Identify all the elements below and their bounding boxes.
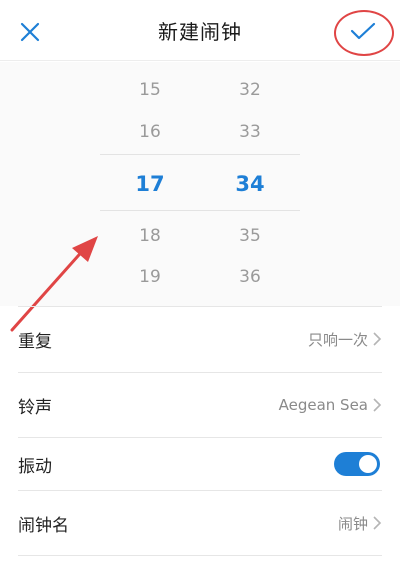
close-button[interactable]: [12, 14, 48, 50]
vibrate-row: 振动: [0, 438, 400, 490]
vibrate-toggle[interactable]: [334, 452, 380, 476]
toggle-knob: [359, 455, 377, 473]
alarm-name-row[interactable]: 闹钟名 闹钟: [0, 491, 400, 555]
confirm-button[interactable]: [338, 11, 388, 51]
repeat-row[interactable]: 重复 只响一次: [0, 307, 400, 371]
hour-option[interactable]: 18: [110, 226, 190, 246]
ringtone-row[interactable]: 铃声 Aegean Sea: [0, 373, 400, 437]
chevron-right-icon: [373, 398, 382, 412]
alarm-name-value: 闹钟: [337, 514, 368, 533]
divider: [18, 555, 382, 556]
close-icon: [20, 22, 40, 42]
minute-option[interactable]: 35: [210, 226, 290, 246]
minute-option[interactable]: 36: [210, 267, 290, 287]
minute-option[interactable]: 32: [210, 80, 290, 100]
repeat-label: 重复: [18, 331, 52, 352]
minute-selected[interactable]: 34: [210, 172, 290, 196]
selection-line-top: [100, 154, 300, 155]
time-picker: 15 16 17 18 19 32 33 34 35 36: [0, 62, 400, 306]
minute-wheel[interactable]: 32 33 34 35 36: [210, 62, 290, 306]
hour-option[interactable]: 16: [110, 122, 190, 142]
chevron-right-icon: [373, 332, 382, 346]
hour-option[interactable]: 19: [110, 267, 190, 287]
ringtone-value: Aegean Sea: [278, 396, 368, 414]
alarm-name-label: 闹钟名: [18, 515, 69, 536]
chevron-right-icon: [373, 516, 382, 530]
hour-wheel[interactable]: 15 16 17 18 19: [110, 62, 190, 306]
vibrate-label: 振动: [18, 456, 52, 477]
hour-selected[interactable]: 17: [110, 172, 190, 196]
page-title: 新建闹钟: [158, 19, 242, 44]
selection-line-bottom: [100, 210, 300, 211]
minute-option[interactable]: 33: [210, 122, 290, 142]
hour-option[interactable]: 15: [110, 80, 190, 100]
ringtone-label: 铃声: [18, 397, 52, 418]
check-icon: [350, 22, 376, 40]
app-header: 新建闹钟: [0, 0, 400, 61]
repeat-value: 只响一次: [307, 330, 368, 349]
